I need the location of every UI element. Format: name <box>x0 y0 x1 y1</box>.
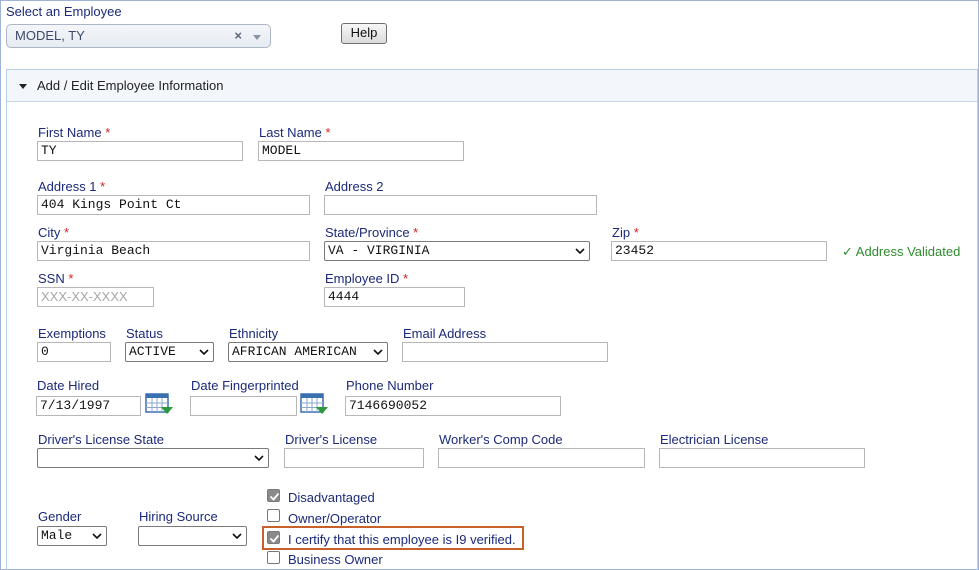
i9-verified-checkbox[interactable] <box>267 531 280 544</box>
employee-select-value: MODEL, TY <box>15 28 85 43</box>
calendar-icon[interactable] <box>144 392 174 416</box>
hiring-source-select[interactable] <box>138 526 247 546</box>
help-button[interactable]: Help <box>341 23 387 44</box>
chevron-down-icon <box>92 533 102 540</box>
employee-id-input[interactable]: 4444 <box>324 287 465 307</box>
state-select-value: VA - VIRGINIA <box>328 243 430 258</box>
last-name-input[interactable]: MODEL <box>258 141 464 161</box>
disadvantaged-checkbox[interactable] <box>267 489 280 502</box>
business-owner-label: Business Owner <box>288 552 383 567</box>
address1-input[interactable]: 404 Kings Point Ct <box>37 195 310 215</box>
ssn-label: SSN * <box>38 271 74 286</box>
owner-operator-checkbox[interactable] <box>267 509 280 522</box>
calendar-icon[interactable] <box>299 392 329 416</box>
employee-id-label: Employee ID * <box>325 271 409 286</box>
check-icon <box>269 534 280 543</box>
owner-operator-label: Owner/Operator <box>288 511 382 526</box>
email-input[interactable] <box>402 342 608 362</box>
i9-verified-label: I certify that this employee is I9 verif… <box>288 532 516 547</box>
last-name-label: Last Name * <box>259 125 331 140</box>
date-hired-label: Date Hired <box>37 378 100 393</box>
disadvantaged-label: Disadvantaged <box>288 490 375 505</box>
electrician-input[interactable] <box>659 448 865 468</box>
ethnicity-select[interactable]: AFRICAN AMERICAN <box>228 342 388 362</box>
dl-state-label: Driver's License State <box>38 432 165 447</box>
status-select[interactable]: ACTIVE <box>125 342 214 362</box>
workers-comp-label: Worker's Comp Code <box>439 432 563 447</box>
dl-label: Driver's License <box>285 432 378 447</box>
electrician-label: Electrician License <box>660 432 769 447</box>
chevron-down-icon <box>232 533 242 540</box>
chevron-down-icon[interactable] <box>253 35 261 40</box>
section-header[interactable]: Add / Edit Employee Information <box>6 69 978 102</box>
zip-label: Zip * <box>612 225 639 240</box>
chevron-down-icon <box>373 349 383 356</box>
status-label: Status <box>126 326 163 341</box>
ethnicity-label: Ethnicity <box>229 326 279 341</box>
exemptions-input[interactable]: 0 <box>37 342 111 362</box>
date-hired-input[interactable]: 7/13/1997 <box>36 396 141 416</box>
address2-input[interactable] <box>324 195 597 215</box>
gender-select[interactable]: Male <box>37 526 107 546</box>
employee-select[interactable]: MODEL, TY × <box>6 24 271 48</box>
section-title: Add / Edit Employee Information <box>37 78 224 93</box>
clear-icon[interactable]: × <box>234 29 242 43</box>
date-fingerprinted-input[interactable] <box>190 396 297 416</box>
hiring-source-label: Hiring Source <box>139 509 218 524</box>
chevron-down-icon <box>575 248 585 255</box>
email-label: Email Address <box>403 326 487 341</box>
phone-label: Phone Number <box>346 378 434 393</box>
ethnicity-select-value: AFRICAN AMERICAN <box>232 344 357 359</box>
dl-state-select[interactable] <box>37 448 269 468</box>
workers-comp-input[interactable] <box>438 448 645 468</box>
business-owner-checkbox[interactable] <box>267 551 280 564</box>
date-fingerprinted-label: Date Fingerprinted <box>191 378 299 393</box>
city-input[interactable]: Virginia Beach <box>37 241 310 261</box>
chevron-down-icon <box>199 349 209 356</box>
phone-input[interactable]: 7146690052 <box>345 396 561 416</box>
employee-select-label: Select an Employee <box>6 4 122 19</box>
state-label: State/Province * <box>325 225 419 240</box>
zip-input[interactable]: 23452 <box>611 241 827 261</box>
city-label: City * <box>38 225 70 240</box>
address-validated-status: ✓ Address Validated <box>842 244 961 259</box>
dl-input[interactable] <box>284 448 424 468</box>
caret-down-icon[interactable] <box>19 84 27 89</box>
check-icon <box>269 492 280 501</box>
chevron-down-icon <box>254 455 264 462</box>
first-name-label: First Name * <box>38 125 111 140</box>
address2-label: Address 2 <box>325 179 384 194</box>
address1-label: Address 1 * <box>38 179 106 194</box>
first-name-input[interactable]: TY <box>37 141 243 161</box>
ssn-input[interactable]: XXX-XX-XXXX <box>37 287 154 307</box>
exemptions-label: Exemptions <box>38 326 106 341</box>
gender-label: Gender <box>38 509 82 524</box>
status-select-value: ACTIVE <box>129 344 176 359</box>
state-select[interactable]: VA - VIRGINIA <box>324 241 590 261</box>
gender-select-value: Male <box>41 528 73 543</box>
